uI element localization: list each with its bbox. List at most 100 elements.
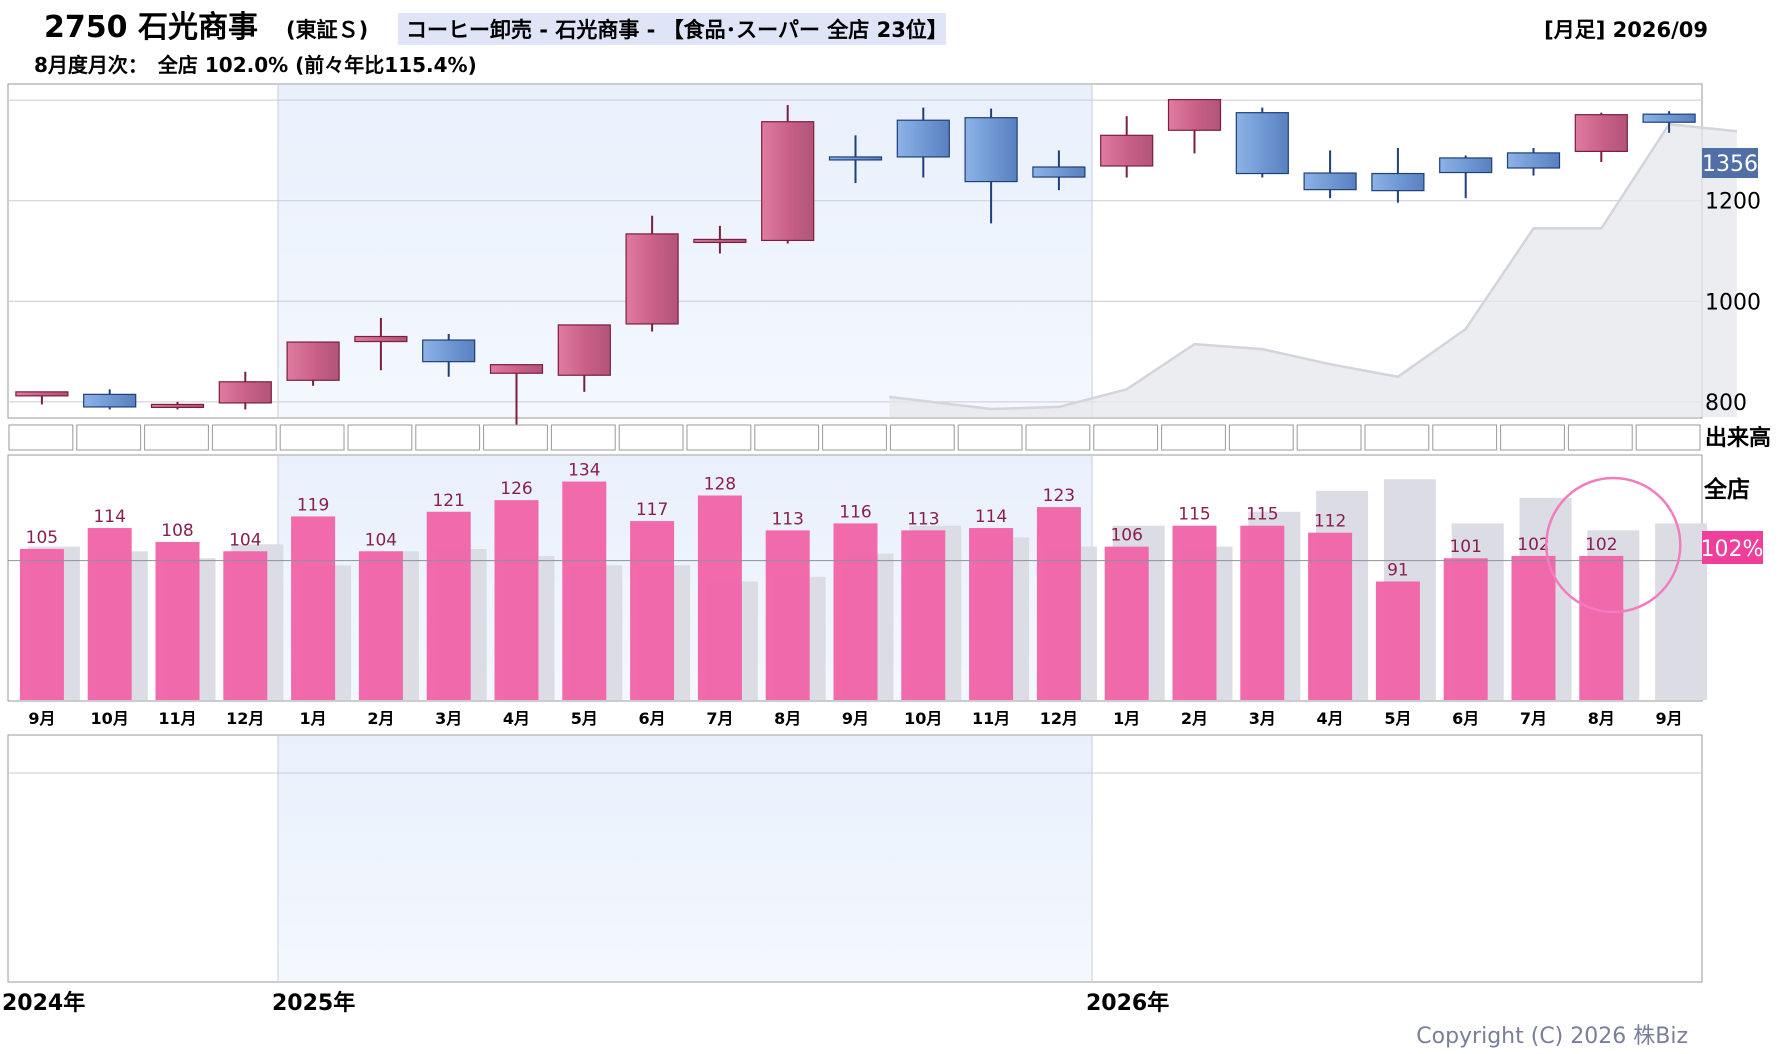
month-label: 12月 (1040, 709, 1078, 728)
month-label: 4月 (503, 709, 530, 728)
month-label: 3月 (435, 709, 462, 728)
candle-body (1506, 152, 1561, 169)
candle-body (1439, 157, 1493, 174)
sales-bar (1375, 581, 1420, 700)
sector-tag: コーヒー卸売 - 石光商事 - 【食品･スーパー 全店 23位】 (406, 18, 948, 42)
sales-value-label: 105 (26, 528, 58, 548)
sales-bar (223, 551, 268, 700)
sales-value-label: 115 (1178, 505, 1210, 525)
volume-cell (618, 424, 684, 451)
volume-cell (1025, 424, 1091, 451)
volume-cell (550, 424, 616, 451)
market-label: (東証Ｓ) (286, 18, 368, 42)
sales-bar (1308, 532, 1353, 700)
month-label: 11月 (158, 709, 196, 728)
year-label-2026: 2026年 (1086, 990, 1169, 1016)
month-label: 5月 (571, 709, 598, 728)
month-label: 8月 (774, 709, 801, 728)
candle (1235, 107, 1289, 178)
candle-body (761, 121, 815, 242)
candle-body (489, 364, 544, 374)
price-panel: 800 1000 1200 1356 (7, 83, 1761, 425)
price-badge: 1356 (1702, 152, 1758, 177)
volume-cell (1093, 424, 1159, 451)
month-label: 2月 (1181, 709, 1208, 728)
sales-bar (562, 481, 607, 700)
month-label: 1月 (1113, 709, 1140, 728)
stock-title: 2750 石光商事 (44, 10, 258, 45)
candle-body (286, 341, 340, 381)
sales-bar (494, 500, 539, 700)
month-label: 9月 (842, 709, 869, 728)
sales-bar (291, 516, 336, 700)
year-label-2024: 2024年 (2, 990, 85, 1016)
candle-body (354, 335, 408, 343)
indicator-panel (7, 734, 1703, 983)
volume-strip (8, 424, 1701, 451)
month-label: 12月 (226, 709, 264, 728)
copyright: Copyright (C) 2026 株Biz (1416, 1024, 1688, 1049)
candle-body (1100, 134, 1154, 167)
sales-value-label: 104 (229, 530, 261, 550)
volume-cell (76, 424, 142, 451)
sales-value-label: 114 (975, 507, 1007, 527)
sales-bar (1104, 546, 1149, 700)
sales-value-label: 117 (636, 500, 668, 520)
sales-value-label: 108 (161, 521, 193, 541)
volume-label: 出来高 (1705, 425, 1771, 451)
sales-value-label: 128 (704, 475, 736, 495)
volume-cell (1567, 424, 1633, 451)
candle-body (1574, 114, 1628, 152)
sales-bar (969, 528, 1014, 700)
volume-cell (1364, 424, 1430, 451)
sales-value-label: 113 (771, 509, 803, 529)
candle-body (1167, 98, 1222, 131)
sales-bar (155, 541, 200, 700)
sales-panel: 105 114 108 104 119 104 121 126 134 117 128 113 116 1… (7, 454, 1764, 728)
volume-cell (483, 424, 548, 451)
candle-body (422, 339, 476, 363)
volume-cell (415, 424, 481, 451)
volume-cell (957, 424, 1023, 451)
sales-bar (1443, 558, 1488, 700)
sales-bar (1240, 525, 1285, 700)
sales-bar (1172, 525, 1217, 700)
candle-body (150, 403, 205, 409)
sales-bar (426, 511, 471, 700)
sales-badge: 102% (1701, 537, 1764, 562)
volume-cell (1296, 424, 1362, 451)
candle-body (625, 233, 679, 325)
candle-body (218, 381, 272, 404)
sales-value-label: 106 (1110, 526, 1142, 546)
candle-body (693, 238, 747, 244)
candle-body (828, 156, 883, 161)
volume-cell (686, 424, 752, 451)
sales-value-label: 112 (1314, 512, 1346, 532)
sales-bar (87, 528, 132, 700)
sales-value-label: 102 (1585, 535, 1617, 555)
candle-body (964, 117, 1018, 183)
sales-value-label: 116 (839, 502, 871, 522)
volume-cell (1161, 424, 1226, 451)
sales-value-label: 119 (297, 495, 329, 515)
price-tick-label: 800 (1705, 391, 1747, 416)
volume-cell (347, 424, 413, 451)
sales-bar (901, 530, 946, 700)
candle-body (1235, 112, 1289, 175)
sales-value-label: 91 (1387, 560, 1409, 580)
sales-value-label: 102 (1517, 535, 1549, 555)
month-label: 10月 (91, 709, 129, 728)
sales-bar (1036, 507, 1081, 700)
sales-value-label: 104 (365, 530, 397, 550)
candle-body (15, 391, 69, 397)
candle-body (1371, 172, 1425, 192)
volume-cell (8, 424, 74, 451)
price-tick-label: 1200 (1705, 190, 1761, 215)
candle-body (1642, 113, 1696, 123)
sales-value-label: 134 (568, 461, 600, 481)
sales-bar (1579, 555, 1624, 700)
sales-bar (833, 523, 878, 700)
month-label: 9月 (28, 709, 55, 728)
month-label: 7月 (1520, 709, 1547, 728)
candle-body (557, 324, 611, 376)
